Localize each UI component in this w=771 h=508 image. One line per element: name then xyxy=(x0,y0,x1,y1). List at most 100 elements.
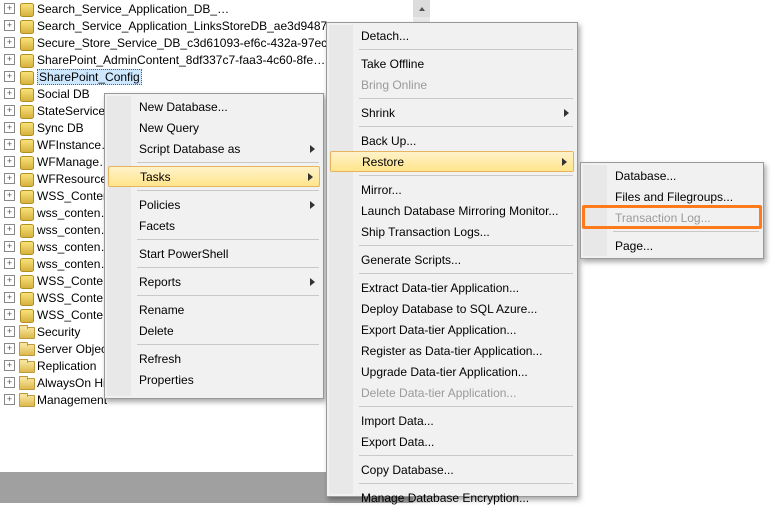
menu-separator xyxy=(359,273,573,274)
menu-separator xyxy=(137,162,319,163)
database-icon xyxy=(19,2,33,16)
database-icon xyxy=(19,138,33,152)
menu-item-delete[interactable]: Delete xyxy=(107,320,321,341)
database-icon xyxy=(19,121,33,135)
menu-item-script-database-as[interactable]: Script Database as xyxy=(107,138,321,159)
expand-icon[interactable]: + xyxy=(4,309,15,320)
menu-item-reports[interactable]: Reports xyxy=(107,271,321,292)
menu-item-label: Detach... xyxy=(361,29,409,43)
database-icon xyxy=(19,257,33,271)
context-menu-restore[interactable]: Database...Files and Filegroups... Transa… xyxy=(580,162,764,259)
expand-icon[interactable]: + xyxy=(4,343,15,354)
menu-item-generate-scripts[interactable]: Generate Scripts... xyxy=(329,249,575,270)
expand-icon[interactable]: + xyxy=(4,122,15,133)
menu-item-bring-online: Bring Online xyxy=(329,74,575,95)
menu-item-facets[interactable]: Facets xyxy=(107,215,321,236)
expand-icon[interactable]: + xyxy=(4,3,15,14)
expand-icon[interactable]: + xyxy=(4,156,15,167)
menu-item-policies[interactable]: Policies xyxy=(107,194,321,215)
expand-icon[interactable]: + xyxy=(4,190,15,201)
menu-item-detach[interactable]: Detach... xyxy=(329,25,575,46)
expand-icon[interactable]: + xyxy=(4,173,15,184)
menu-item-tasks[interactable]: Tasks xyxy=(108,166,320,187)
tree-node-label: Replication xyxy=(37,359,96,373)
menu-item-page[interactable]: Page... xyxy=(583,235,761,256)
expand-icon[interactable]: + xyxy=(4,258,15,269)
menu-item-import-data[interactable]: Import Data... xyxy=(329,410,575,431)
tree-database-node[interactable]: +Search_Service_Application_DB_… xyxy=(0,0,430,17)
scroll-up-button[interactable] xyxy=(413,0,430,17)
menu-item-label: Extract Data-tier Application... xyxy=(361,281,519,295)
database-icon xyxy=(19,53,33,67)
menu-item-back-up[interactable]: Back Up... xyxy=(329,130,575,151)
menu-item-export-data-tier-application[interactable]: Export Data-tier Application... xyxy=(329,319,575,340)
expand-icon[interactable]: + xyxy=(4,37,15,48)
expand-icon[interactable]: + xyxy=(4,360,15,371)
menu-item-database[interactable]: Database... xyxy=(583,165,761,186)
tree-node-label: wss_conten… xyxy=(37,257,112,271)
database-icon xyxy=(19,172,33,186)
menu-item-ship-transaction-logs[interactable]: Ship Transaction Logs... xyxy=(329,221,575,242)
database-icon xyxy=(19,155,33,169)
expand-icon[interactable]: + xyxy=(4,71,15,82)
chevron-up-icon xyxy=(418,5,426,13)
menu-item-deploy-database-to-sql-azure[interactable]: Deploy Database to SQL Azure... xyxy=(329,298,575,319)
menu-item-upgrade-data-tier-application[interactable]: Upgrade Data-tier Application... xyxy=(329,361,575,382)
expand-icon[interactable]: + xyxy=(4,207,15,218)
context-menu-database[interactable]: New Database...New QueryScript Database … xyxy=(104,93,324,399)
expand-icon[interactable]: + xyxy=(4,88,15,99)
tree-node-label: WFInstance… xyxy=(37,138,113,152)
database-icon xyxy=(19,19,33,33)
expand-icon[interactable]: + xyxy=(4,54,15,65)
menu-item-shrink[interactable]: Shrink xyxy=(329,102,575,123)
menu-item-register-as-data-tier-application[interactable]: Register as Data-tier Application... xyxy=(329,340,575,361)
tree-node-label: Social DB xyxy=(37,87,90,101)
menu-separator xyxy=(137,190,319,191)
expand-icon[interactable]: + xyxy=(4,105,15,116)
expand-icon[interactable]: + xyxy=(4,275,15,286)
folder-icon xyxy=(19,325,33,339)
menu-item-label: Transaction Log... xyxy=(615,211,711,225)
tree-node-label: Secure_Store_Service_DB_c3d61093-ef6c-43… xyxy=(37,36,339,50)
expand-icon[interactable]: + xyxy=(4,292,15,303)
database-icon xyxy=(19,240,33,254)
menu-item-new-database[interactable]: New Database... xyxy=(107,96,321,117)
menu-item-copy-database[interactable]: Copy Database... xyxy=(329,459,575,480)
expand-icon[interactable]: + xyxy=(4,20,15,31)
menu-item-take-offline[interactable]: Take Offline xyxy=(329,53,575,74)
menu-item-properties[interactable]: Properties xyxy=(107,369,321,390)
expand-icon[interactable]: + xyxy=(4,326,15,337)
menu-item-manage-database-encryption[interactable]: Manage Database Encryption... xyxy=(329,487,575,508)
expand-icon[interactable]: + xyxy=(4,241,15,252)
menu-item-label: Refresh xyxy=(139,352,181,366)
menu-separator xyxy=(137,267,319,268)
menu-item-label: Launch Database Mirroring Monitor... xyxy=(361,204,558,218)
context-menu-tasks[interactable]: Detach... Take OfflineBring Online Shrink B… xyxy=(326,22,578,497)
menu-item-launch-database-mirroring-monitor[interactable]: Launch Database Mirroring Monitor... xyxy=(329,200,575,221)
expand-icon[interactable]: + xyxy=(4,394,15,405)
database-icon xyxy=(19,70,33,84)
menu-separator xyxy=(359,245,573,246)
menu-item-label: Export Data... xyxy=(361,435,434,449)
menu-item-export-data[interactable]: Export Data... xyxy=(329,431,575,452)
menu-item-refresh[interactable]: Refresh xyxy=(107,348,321,369)
menu-item-start-powershell[interactable]: Start PowerShell xyxy=(107,243,321,264)
menu-item-files-and-filegroups[interactable]: Files and Filegroups... xyxy=(583,186,761,207)
expand-icon[interactable]: + xyxy=(4,224,15,235)
expand-icon[interactable]: + xyxy=(4,139,15,150)
menu-separator xyxy=(137,295,319,296)
menu-item-mirror[interactable]: Mirror... xyxy=(329,179,575,200)
tree-node-label: SharePoint_Config xyxy=(37,69,142,85)
menu-item-label: Export Data-tier Application... xyxy=(361,323,516,337)
tree-node-label: WFManage… xyxy=(37,155,111,169)
menu-item-new-query[interactable]: New Query xyxy=(107,117,321,138)
menu-item-extract-data-tier-application[interactable]: Extract Data-tier Application... xyxy=(329,277,575,298)
tree-node-label: wss_conten… xyxy=(37,223,112,237)
menu-separator xyxy=(359,175,573,176)
expand-icon[interactable]: + xyxy=(4,377,15,388)
menu-item-restore[interactable]: Restore xyxy=(330,151,574,172)
menu-item-rename[interactable]: Rename xyxy=(107,299,321,320)
folder-icon xyxy=(19,359,33,373)
menu-item-transaction-log: Transaction Log... xyxy=(583,207,761,228)
menu-separator xyxy=(359,406,573,407)
